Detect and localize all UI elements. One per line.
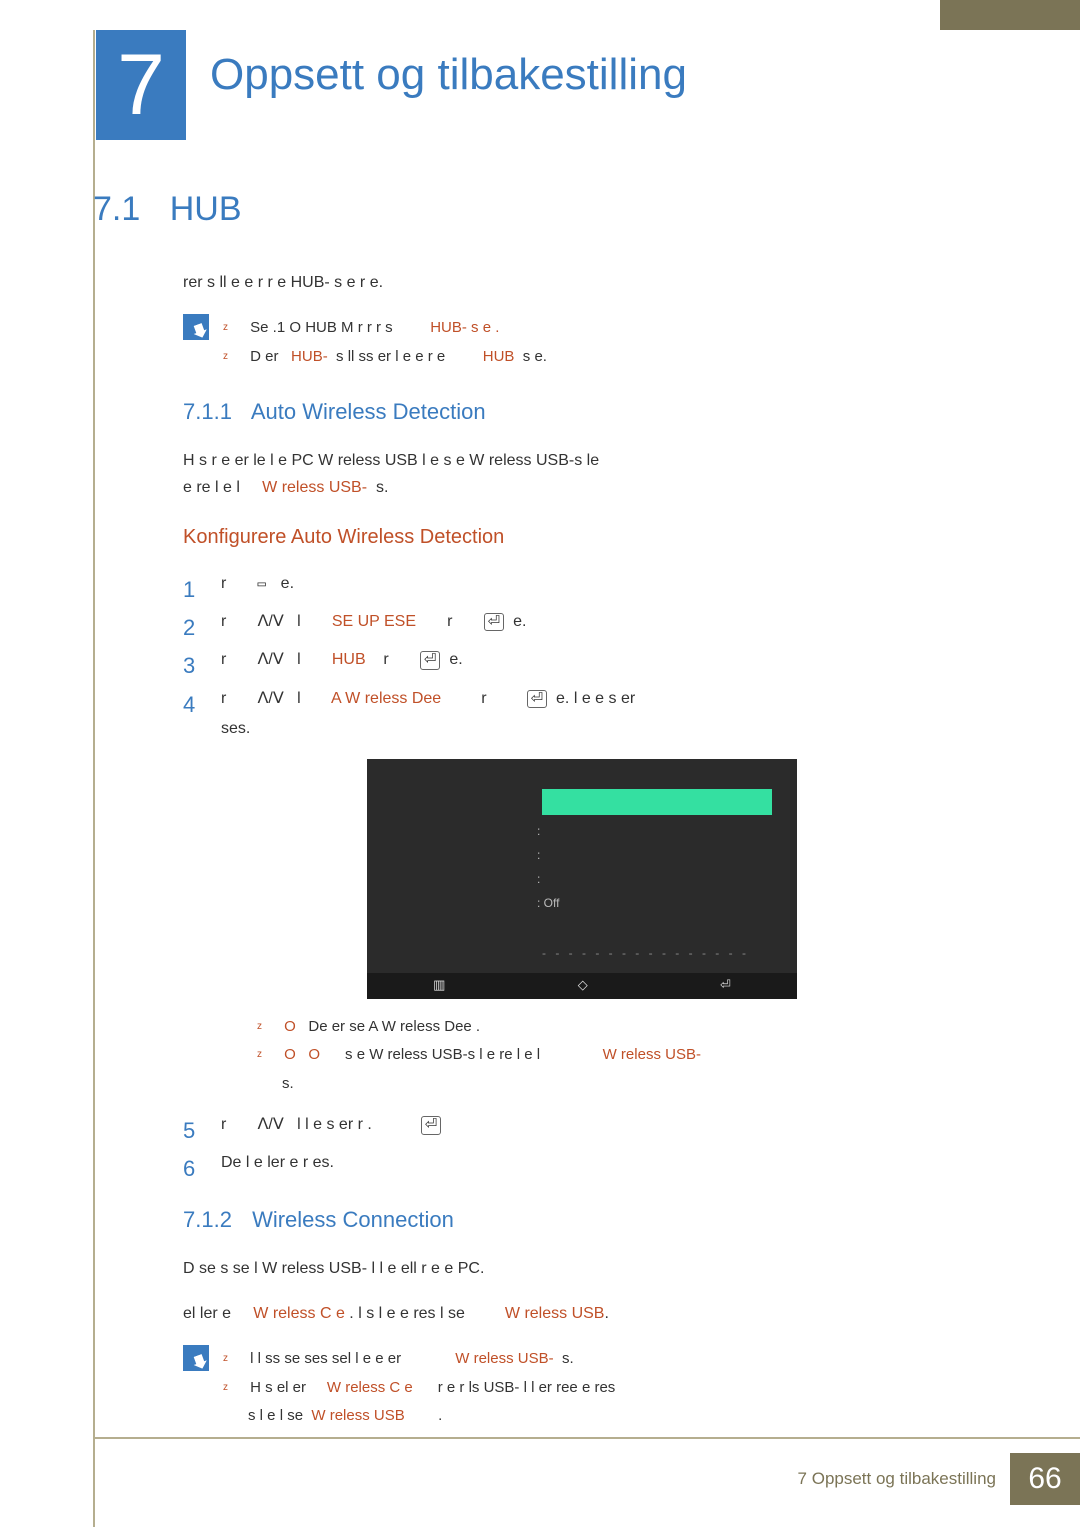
subsection-heading: 7.1.1 Auto Wireless Detection <box>183 399 943 425</box>
footer-rule <box>93 1437 1080 1439</box>
body-text: H s r e er le l e PC W reless USB l e s … <box>183 447 943 501</box>
chapter-title: Oppsett og tilbakestilling <box>210 50 687 100</box>
step: r ᐱ/ᐯ l l e s er r . ⏎ <box>183 1110 943 1140</box>
procedure-heading: Konfigurere Auto Wireless Detection <box>183 526 943 549</box>
note-line: l l ss se ses sel l e e er W reless USB-… <box>223 1345 615 1374</box>
note-line: H s el er W reless C e r e r ls USB- l l… <box>223 1374 615 1431</box>
up-down-icon: ᐱ/ᐯ <box>257 1116 283 1133</box>
subsection-number: 7.1.2 <box>183 1207 232 1232</box>
osd-adjust-icon: ◇ <box>578 973 588 998</box>
subsection-number: 7.1.1 <box>183 399 232 424</box>
section-title: HUB <box>170 190 242 228</box>
bullet: O O s e W reless USB-s l e re l e l W re… <box>257 1041 943 1098</box>
note-line: Se .1 O HUB M r r r s HUB- s e . <box>223 314 547 343</box>
osd-highlight-row <box>542 789 772 815</box>
page-number: 66 <box>1010 1453 1080 1505</box>
sub-bullets: O De er se A W reless Dee . O O s e W re… <box>257 1013 943 1099</box>
enter-icon: ⏎ <box>484 613 505 632</box>
section-intro: rer s ll e e r r e HUB- s e r e. <box>183 269 943 296</box>
note-box: l l ss se ses sel l e e er W reless USB-… <box>183 1345 943 1431</box>
body-text: el ler e W reless C e . l s l e e res l … <box>183 1300 943 1327</box>
subsection-title: Wireless Connection <box>252 1207 454 1232</box>
subsection-title: Auto Wireless Detection <box>251 399 486 424</box>
note-icon <box>183 1345 209 1371</box>
note-line: D er HUB- s ll ss er l e e r e HUB s e. <box>223 343 547 372</box>
section-heading: 7.1 HUB <box>93 190 973 229</box>
enter-icon: ⏎ <box>527 690 548 709</box>
step: De l e ler e r es. <box>183 1148 943 1178</box>
step: r ᐱ/ᐯ l A W reless Dee r ⏎ e. l e e s er… <box>183 684 943 1098</box>
page-footer: 7 Oppsett og tilbakestilling 66 <box>798 1453 1080 1505</box>
body-text: D se s se l W reless USB- l l e ell r e … <box>183 1255 943 1282</box>
menu-icon: ▭ <box>257 576 262 592</box>
step: r ▭ e. <box>183 569 943 599</box>
enter-icon: ⏎ <box>421 1116 442 1135</box>
bullet: O De er se A W reless Dee . <box>257 1013 943 1042</box>
step: r ᐱ/ᐯ l SE UP ESE r ⏎ e. <box>183 607 943 637</box>
header-accent-bar <box>940 0 1080 30</box>
chapter-number-badge: 7 <box>96 30 186 140</box>
subsection-heading: 7.1.2 Wireless Connection <box>183 1207 943 1233</box>
footer-chapter-ref: 7 Oppsett og tilbakestilling <box>798 1469 996 1489</box>
steps-list: r ▭ e. r ᐱ/ᐯ l SE UP ESE r ⏎ e. r ᐱ/ᐯ <box>183 569 943 1179</box>
osd-dotted-value: - - - - - - - - - - - - - - - - <box>542 942 749 965</box>
note-icon <box>183 314 209 340</box>
step: r ᐱ/ᐯ l HUB r ⏎ e. <box>183 645 943 675</box>
osd-value-column: Off <box>537 819 559 915</box>
up-down-icon: ᐱ/ᐯ <box>257 613 283 630</box>
osd-preview: Off - - - - - - - - - - - - - - - - ▥ ◇ … <box>367 759 797 999</box>
section-number: 7.1 <box>93 190 140 228</box>
enter-icon: ⏎ <box>420 651 441 670</box>
osd-menu-icon: ▥ <box>433 973 445 998</box>
up-down-icon: ᐱ/ᐯ <box>257 690 283 707</box>
up-down-icon: ᐱ/ᐯ <box>257 651 283 668</box>
osd-button-bar: ▥ ◇ ⏎ <box>367 973 797 999</box>
note-box: Se .1 O HUB M r r r s HUB- s e . D er HU… <box>183 314 943 371</box>
osd-enter-icon: ⏎ <box>720 973 731 998</box>
